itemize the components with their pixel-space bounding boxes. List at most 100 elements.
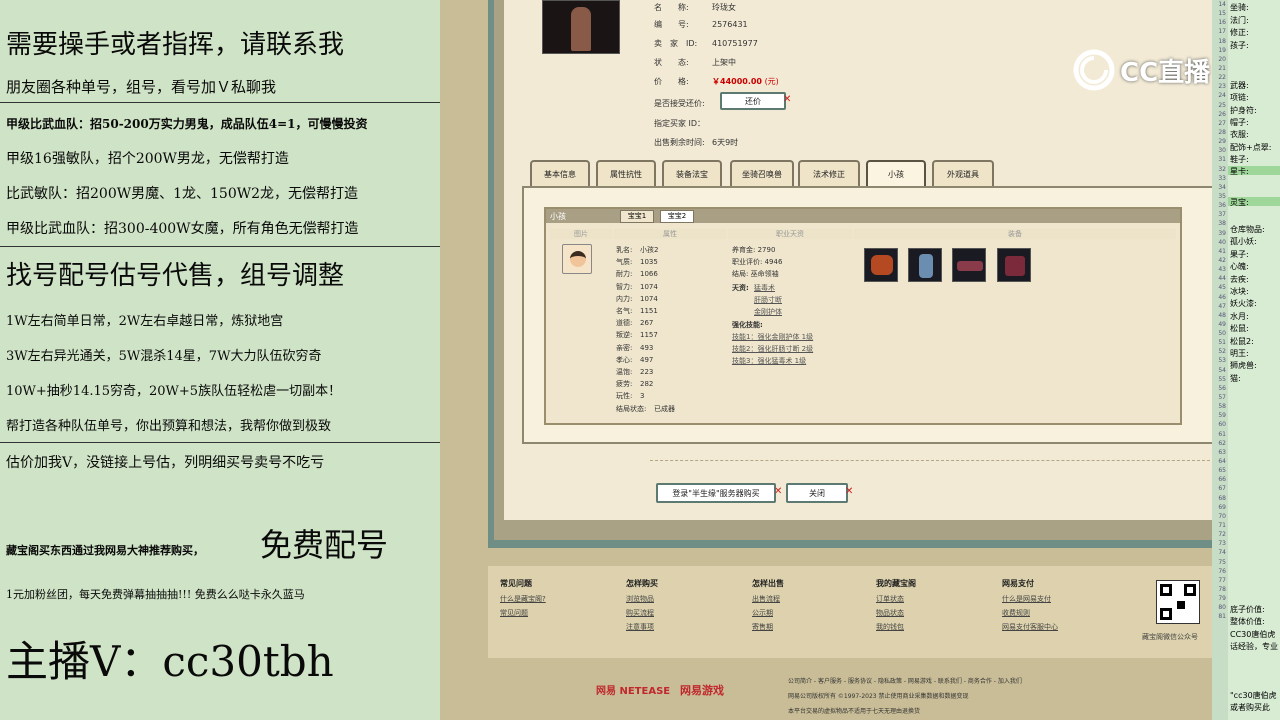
game-window: 名 称: 玲珑女 编 号: 2576431 卖 家 ID: 410751977 状 态… <box>440 0 1214 720</box>
equip-icon-2[interactable] <box>908 248 942 282</box>
skill-link[interactable]: 技能3：强化猛毒术 1级 <box>732 356 806 366</box>
promo-line: 需要操手或者指挥，请联系我 <box>6 30 345 60</box>
line-number: 38 <box>1218 220 1226 228</box>
footer-links: 公司简介 - 客户服务 - 服务协议 - 隐私政策 - 网易游戏 - 联系我们 … <box>788 678 1022 685</box>
footer-link[interactable]: 浏览物品 <box>626 594 658 604</box>
footer-link[interactable]: 收费规则 <box>1002 608 1058 618</box>
col-header-image: 图片 <box>550 229 612 239</box>
footer-column: 网易支付 什么是网易支付 收费规则 网易支付客服中心 <box>1002 578 1058 636</box>
line-number: 69 <box>1218 503 1226 511</box>
promo-line: 10W+抽秒14.15穷奇，20W+5族队伍轻松虐一切副本！ <box>6 384 342 399</box>
line-number: 79 <box>1218 595 1226 603</box>
note-label: 帽子: <box>1230 117 1249 127</box>
raise-fund: 养育金: 2790 <box>732 246 776 254</box>
talent-label: 天资: <box>732 284 749 292</box>
equip-icon-1[interactable] <box>864 248 898 282</box>
line-number: 46 <box>1218 293 1226 301</box>
note-label: 底子价值: <box>1230 605 1265 614</box>
line-number: 70 <box>1218 512 1226 520</box>
tab-spell-correction[interactable]: 法术修正 <box>798 160 860 186</box>
line-number: 52 <box>1218 348 1226 356</box>
subtab-baby1[interactable]: 宝宝1 <box>620 210 654 223</box>
info-seller: 卖 家 ID: 410751977 <box>654 39 758 48</box>
child-attr-row: 孝心: 497 <box>616 355 654 364</box>
note-label: 项链: <box>1230 93 1249 103</box>
promo-line: 藏宝阁买东西通过我网易大神推荐购买， <box>6 544 204 557</box>
child-attr-row: 乳名: 小孩2 <box>616 246 659 254</box>
footer-link[interactable]: 公示期 <box>752 608 784 618</box>
line-number: 40 <box>1218 238 1226 246</box>
note-label: 松鼠: <box>1230 324 1249 334</box>
equip-icon-4[interactable] <box>997 248 1031 282</box>
footer-link[interactable]: 订单状态 <box>876 594 916 604</box>
cc-live-logo: CC直播 <box>1072 40 1222 100</box>
info-price: 价 格: ￥44000.00 (元) <box>654 77 779 86</box>
line-number: 15 <box>1218 10 1226 18</box>
footer-link[interactable]: 物品状态 <box>876 608 916 618</box>
col-header-attrs: 属性 <box>614 229 726 239</box>
character-portrait <box>542 0 620 54</box>
line-number: 66 <box>1218 476 1226 484</box>
line-number: 64 <box>1218 458 1226 466</box>
subtab-baby2[interactable]: 宝宝2 <box>660 210 694 223</box>
bargain-button[interactable]: 还价 <box>720 92 786 110</box>
footer-link[interactable]: 寄售期 <box>752 622 784 632</box>
footer-link[interactable]: 什么是藏宝阁? <box>500 594 546 604</box>
talent-link[interactable]: 肝肠寸断 <box>754 295 782 305</box>
tab-equipment[interactable]: 装备法宝 <box>662 160 722 186</box>
note-label: 去疾: <box>1230 274 1249 284</box>
line-number: 17 <box>1218 28 1226 36</box>
close-icon: ✕ <box>774 486 783 497</box>
tab-child[interactable]: 小孩 <box>866 160 926 186</box>
line-number: 59 <box>1218 412 1226 420</box>
footer-link[interactable]: 购买流程 <box>626 608 658 618</box>
promo-line: 比武敏队：招200W男魔、1龙、150W2龙，无偿帮打造 <box>6 186 359 202</box>
note-label: 武器: <box>1230 81 1249 90</box>
note-label: 孩子: <box>1230 40 1249 50</box>
footer-link[interactable]: 出售流程 <box>752 594 784 604</box>
talent-link[interactable]: 猛毒术 <box>754 283 775 293</box>
info-id: 编 号: 2576431 <box>654 20 748 29</box>
line-number: 60 <box>1218 421 1226 429</box>
footer-link[interactable]: 注意事项 <box>626 622 658 632</box>
child-attr-row: 智力: 1074 <box>616 282 658 291</box>
footer-link[interactable]: 我的钱包 <box>876 622 916 632</box>
promo-panel: 需要操手或者指挥，请联系我 朋友圈各种单号，组号，看号加Ｖ私聊我 甲级比武血队：… <box>0 0 440 720</box>
note-label: CC30唐伯虎 <box>1230 629 1276 639</box>
col-header-equip: 装备 <box>854 229 1176 239</box>
promo-line: 甲级16强敏队，招个200W男龙，无偿帮打造 <box>6 151 289 167</box>
line-number: 47 <box>1218 302 1226 310</box>
note-label: 坐骑: <box>1230 3 1249 12</box>
footer-heading: 常见问题 <box>500 579 532 588</box>
child-panel-title: 小孩 <box>550 212 566 221</box>
promo-line: 3W左右异光通关，5W混杀14星，7W大力队伍砍穷奇 <box>6 349 322 364</box>
note-label: 心魄: <box>1230 262 1249 272</box>
skill-link[interactable]: 技能2：强化肝肠寸断 2级 <box>732 344 813 354</box>
line-number: 53 <box>1218 357 1226 365</box>
tab-basic-info[interactable]: 基本信息 <box>530 160 590 186</box>
note-label: 猫: <box>1230 373 1241 383</box>
tab-mounts-pets[interactable]: 坐骑召唤兽 <box>730 160 794 186</box>
talent-link[interactable]: 金刚护体 <box>754 307 782 317</box>
close-button[interactable]: 关闭 <box>786 483 848 503</box>
line-number: 24 <box>1218 92 1226 100</box>
buy-button[interactable]: 登录"半生缘"服务器购买 <box>656 483 776 503</box>
child-avatar <box>562 244 592 274</box>
line-number: 49 <box>1218 320 1226 328</box>
note-label: 星卡: <box>1230 167 1249 177</box>
note-label: 果子: <box>1230 249 1249 259</box>
tab-appearance[interactable]: 外观道具 <box>932 160 994 186</box>
job-rating: 职业评价: 4946 <box>732 258 783 266</box>
divider <box>0 442 440 443</box>
footer-link[interactable]: 常见问题 <box>500 608 546 618</box>
footer-link[interactable]: 网易支付客服中心 <box>1002 622 1058 632</box>
line-number: 62 <box>1218 439 1226 447</box>
tab-attributes[interactable]: 属性抗性 <box>596 160 656 186</box>
info-status: 状 态: 上架中 <box>654 58 736 67</box>
child-attr-row: 名气: 1151 <box>616 307 658 315</box>
skill-link[interactable]: 技能1：强化金刚护体 1级 <box>732 332 813 342</box>
line-number: 30 <box>1218 147 1226 155</box>
footer-link[interactable]: 什么是网易支付 <box>1002 594 1058 604</box>
equip-icon-3[interactable] <box>952 248 986 282</box>
line-number: 37 <box>1218 211 1226 219</box>
